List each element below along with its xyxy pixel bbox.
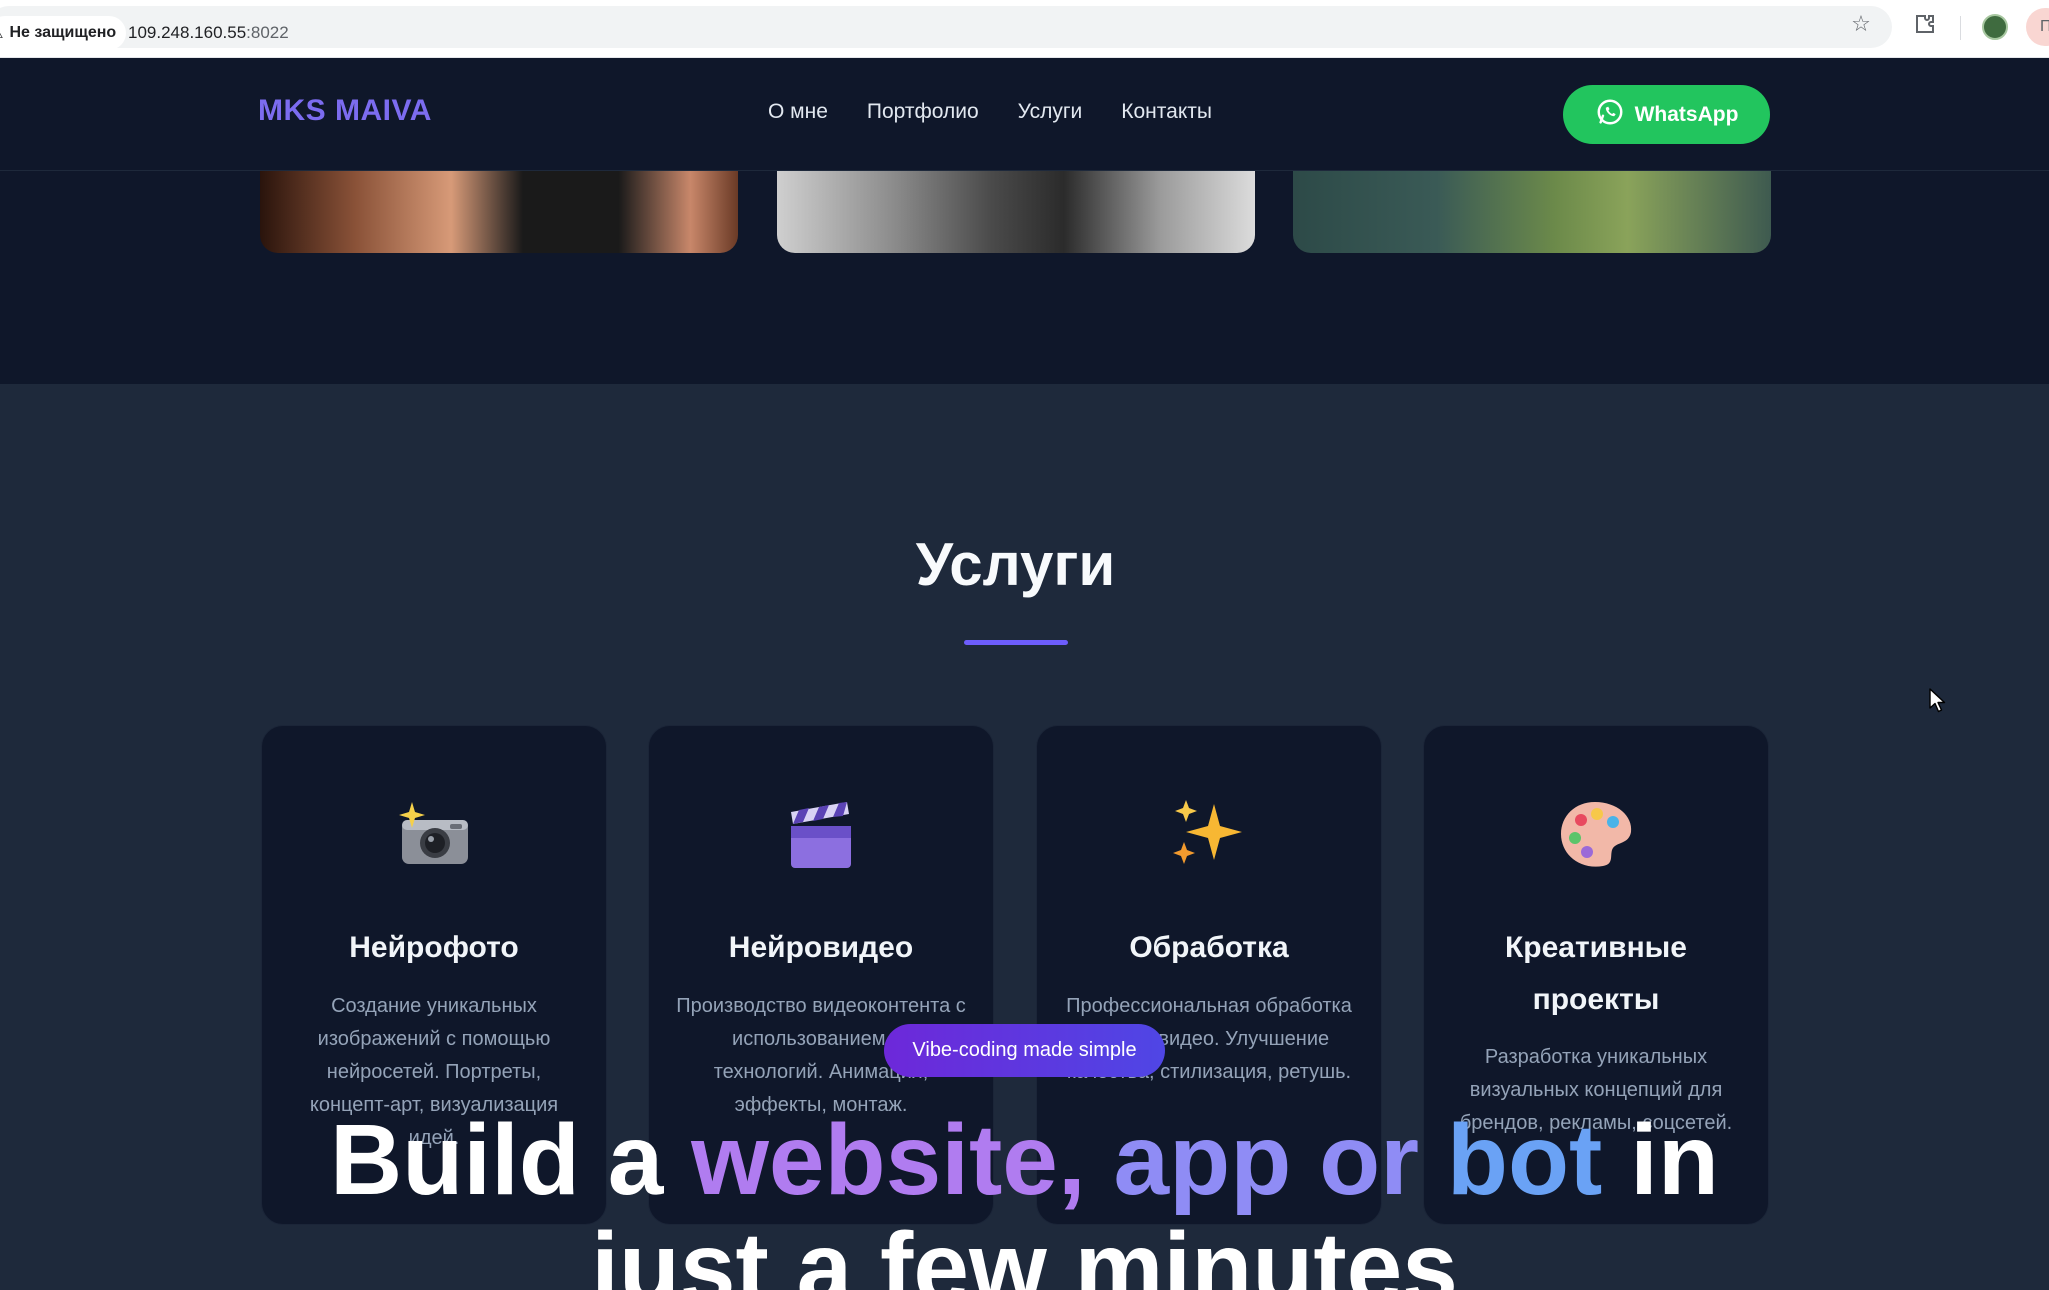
nav-link-about[interactable]: О мне bbox=[768, 100, 828, 124]
address-bar[interactable]: ⚠ Не защищено 109.248.160.55:8022 bbox=[0, 6, 1892, 50]
promo-badge: Vibe-coding made simple bbox=[884, 1024, 1165, 1077]
sparkles-icon bbox=[1037, 796, 1381, 872]
nav-link-portfolio[interactable]: Портфолио bbox=[867, 100, 979, 124]
promo-caption-line-2: just a few minutes bbox=[591, 1212, 1458, 1290]
security-chip[interactable]: ⚠ Не защищено bbox=[0, 16, 127, 50]
portfolio-section bbox=[0, 171, 2049, 384]
browser-menu-chip[interactable]: П bbox=[2026, 8, 2049, 46]
main-nav: О мне Портфолио Услуги Контакты bbox=[768, 100, 1212, 124]
camera-with-flash-icon bbox=[262, 796, 606, 872]
bookmark-star-icon[interactable]: ☆ bbox=[1848, 11, 1874, 37]
service-title: Креативные проекты bbox=[1504, 931, 1687, 1016]
service-title: Обработка bbox=[1129, 931, 1289, 964]
profile-avatar-icon[interactable] bbox=[1982, 14, 2008, 40]
url-text[interactable]: 109.248.160.55:8022 bbox=[128, 23, 289, 43]
nav-link-contacts[interactable]: Контакты bbox=[1121, 100, 1212, 124]
title-underline bbox=[964, 640, 1068, 645]
warning-icon: ⚠ bbox=[0, 24, 3, 42]
clapper-board-icon bbox=[649, 796, 993, 872]
mouse-pointer-icon bbox=[1929, 688, 1947, 714]
whatsapp-label: WhatsApp bbox=[1634, 102, 1739, 126]
browser-toolbar: ⚠ Не защищено 109.248.160.55:8022 ☆ П bbox=[0, 0, 2049, 58]
site-header: MKS MAIVA О мне Портфолио Услуги Контакт… bbox=[0, 58, 2049, 171]
services-title: Услуги bbox=[915, 531, 1116, 598]
artist-palette-icon bbox=[1424, 796, 1768, 872]
promo-caption: Build a website, app or bot in bbox=[329, 1104, 1719, 1216]
portfolio-image[interactable] bbox=[1293, 171, 1771, 253]
service-title: Нейрофото bbox=[349, 931, 519, 964]
nav-link-services[interactable]: Услуги bbox=[1018, 100, 1083, 124]
service-title: Нейровидео bbox=[728, 931, 914, 964]
whatsapp-icon bbox=[1595, 97, 1625, 133]
security-label: Не защищено bbox=[9, 24, 117, 41]
whatsapp-button[interactable]: WhatsApp bbox=[1563, 85, 1770, 144]
site-logo[interactable]: MKS MAIVA bbox=[258, 94, 432, 128]
portfolio-image[interactable] bbox=[260, 171, 738, 253]
extensions-puzzle-icon[interactable] bbox=[1913, 12, 1937, 36]
toolbar-divider bbox=[1960, 16, 1961, 40]
portfolio-image[interactable] bbox=[777, 171, 1255, 253]
